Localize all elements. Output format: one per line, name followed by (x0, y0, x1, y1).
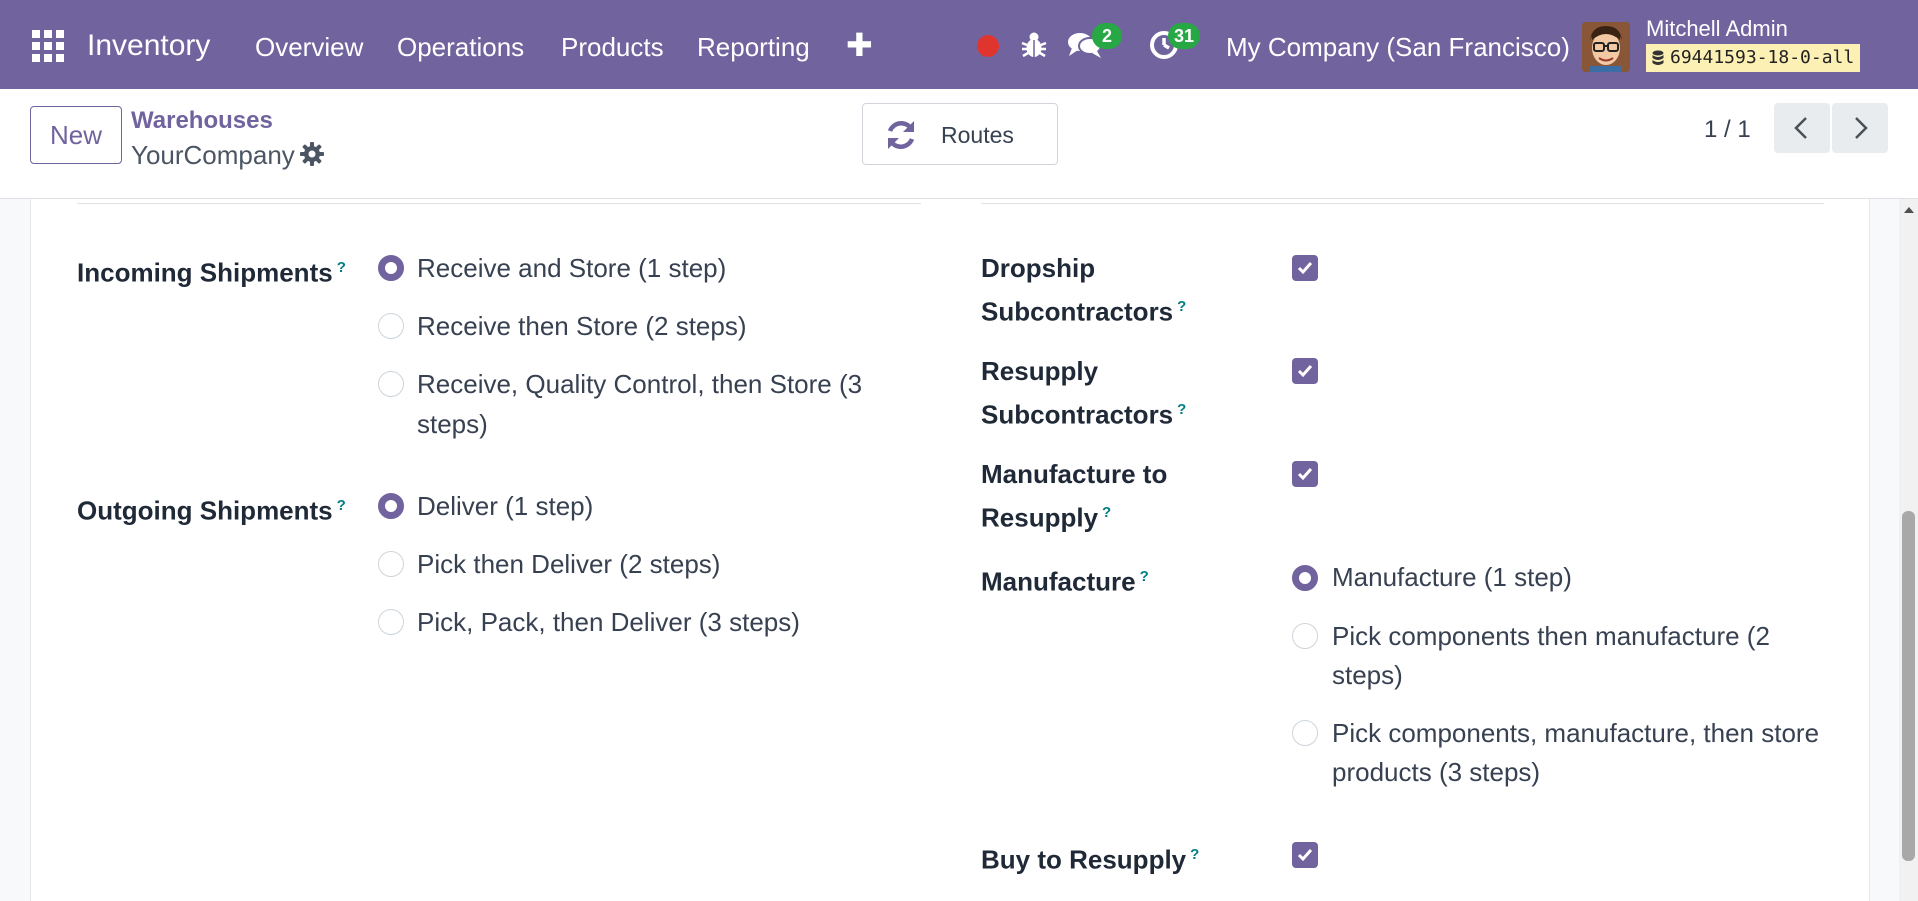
option-receive-3-steps-line2[interactable]: steps) (417, 404, 488, 444)
messages-count-badge: 2 (1092, 23, 1122, 49)
database-name-chip: 69441593-18-0-all (1646, 44, 1861, 72)
menu-overview[interactable]: Overview (255, 31, 363, 63)
radio-manufacture-1-step[interactable] (1292, 565, 1318, 591)
check-icon (1297, 262, 1313, 275)
radio-deliver-3-steps[interactable] (378, 609, 404, 635)
menu-products[interactable]: Products (561, 31, 664, 63)
checkbox-resupply-subcontractors[interactable] (1292, 358, 1318, 384)
option-receive-1-step[interactable]: Receive and Store (1 step) (417, 248, 726, 288)
chevron-left-icon (1794, 117, 1807, 139)
help-icon[interactable]: ? (337, 497, 346, 514)
breadcrumb-warehouses[interactable]: Warehouses (131, 107, 273, 135)
option-deliver-3-steps[interactable]: Pick, Pack, then Deliver (3 steps) (417, 602, 800, 642)
pager-next-button[interactable] (1832, 103, 1888, 153)
help-icon[interactable]: ? (1190, 846, 1199, 863)
database-icon (1652, 50, 1664, 65)
separator-right (981, 203, 1824, 204)
check-icon (1297, 849, 1313, 862)
manufacture-label: Manufacture? (981, 566, 1149, 597)
manufacture-to-resupply-label-line1: Manufacture to (981, 459, 1168, 489)
option-manufacture-3-steps-line2[interactable]: products (3 steps) (1332, 752, 1540, 792)
record-title: YourCompany (131, 140, 295, 170)
option-deliver-1-step[interactable]: Deliver (1 step) (417, 486, 593, 526)
checkbox-dropship-subcontractors[interactable] (1292, 255, 1318, 281)
company-switcher[interactable]: My Company (San Francisco) (1226, 31, 1570, 63)
pager-value[interactable]: 1 / 1 (1704, 115, 1751, 145)
record-icon[interactable] (977, 35, 999, 57)
option-receive-2-steps[interactable]: Receive then Store (2 steps) (417, 306, 747, 346)
app-name[interactable]: Inventory (87, 28, 210, 64)
option-manufacture-2-steps-line2[interactable]: steps) (1332, 655, 1403, 695)
buy-to-resupply-label: Buy to Resupply? (981, 844, 1200, 875)
help-icon[interactable]: ? (1102, 504, 1111, 521)
incoming-shipments-label: Incoming Shipments? (77, 257, 346, 288)
plus-icon[interactable]: ✚ (846, 29, 873, 61)
radio-receive-2-steps[interactable] (378, 313, 404, 339)
separator-left (77, 203, 921, 204)
help-icon[interactable]: ? (1177, 298, 1186, 315)
pager-previous-button[interactable] (1774, 103, 1830, 153)
routes-label: Routes (941, 122, 1014, 148)
radio-deliver-1-step[interactable] (378, 493, 404, 519)
apps-menu-icon[interactable] (32, 30, 64, 62)
database-name: 69441593-18-0-all (1670, 47, 1855, 68)
scroll-up-arrow-icon[interactable] (1904, 207, 1914, 213)
option-deliver-2-steps[interactable]: Pick then Deliver (2 steps) (417, 544, 720, 584)
resupply-subcontractors-label-line2: Subcontractors? (981, 399, 1187, 430)
scrollbar-thumb[interactable] (1902, 511, 1915, 861)
menu-operations[interactable]: Operations (397, 31, 524, 63)
user-avatar[interactable] (1582, 22, 1630, 72)
dropship-subcontractors-label-line2: Subcontractors? (981, 296, 1187, 327)
option-manufacture-1-step[interactable]: Manufacture (1 step) (1332, 557, 1572, 597)
checkbox-buy-to-resupply[interactable] (1292, 842, 1318, 868)
option-manufacture-3-steps-line1[interactable]: Pick components, manufacture, then store (1332, 713, 1819, 753)
top-navbar: Inventory Overview Operations Products R… (0, 0, 1918, 89)
radio-receive-1-step[interactable] (378, 255, 404, 281)
bug-icon[interactable] (1020, 30, 1048, 60)
form-sheet: Incoming Shipments? Receive and Store (1… (30, 199, 1870, 901)
routes-button[interactable]: Routes (862, 103, 1058, 165)
radio-deliver-2-steps[interactable] (378, 551, 404, 577)
vertical-scrollbar[interactable] (1899, 199, 1918, 901)
menu-reporting[interactable]: Reporting (697, 31, 810, 63)
outgoing-shipments-label: Outgoing Shipments? (77, 495, 346, 526)
help-icon[interactable]: ? (1177, 401, 1186, 418)
radio-receive-3-steps[interactable] (378, 371, 404, 397)
option-manufacture-2-steps-line1[interactable]: Pick components then manufacture (2 (1332, 616, 1770, 656)
chevron-right-icon (1855, 117, 1868, 139)
radio-manufacture-2-steps[interactable] (1292, 623, 1318, 649)
option-receive-3-steps-line1[interactable]: Receive, Quality Control, then Store (3 (417, 364, 862, 404)
refresh-icon (887, 121, 915, 149)
help-icon[interactable]: ? (337, 259, 346, 276)
gear-icon[interactable] (300, 142, 324, 166)
help-icon[interactable]: ? (1140, 568, 1149, 585)
new-button[interactable]: New (30, 106, 122, 164)
user-name[interactable]: Mitchell Admin (1646, 16, 1788, 42)
resupply-subcontractors-label-line1: Resupply (981, 356, 1099, 386)
check-icon (1297, 365, 1313, 378)
checkbox-manufacture-to-resupply[interactable] (1292, 461, 1318, 487)
manufacture-to-resupply-label-line2: Resupply? (981, 502, 1112, 533)
radio-manufacture-3-steps[interactable] (1292, 720, 1318, 746)
dropship-subcontractors-label-line1: Dropship (981, 253, 1096, 283)
activities-count-badge: 31 (1168, 23, 1201, 49)
control-panel: New Warehouses YourCompany Routes 1 / 1 (0, 89, 1918, 199)
check-icon (1297, 468, 1313, 481)
